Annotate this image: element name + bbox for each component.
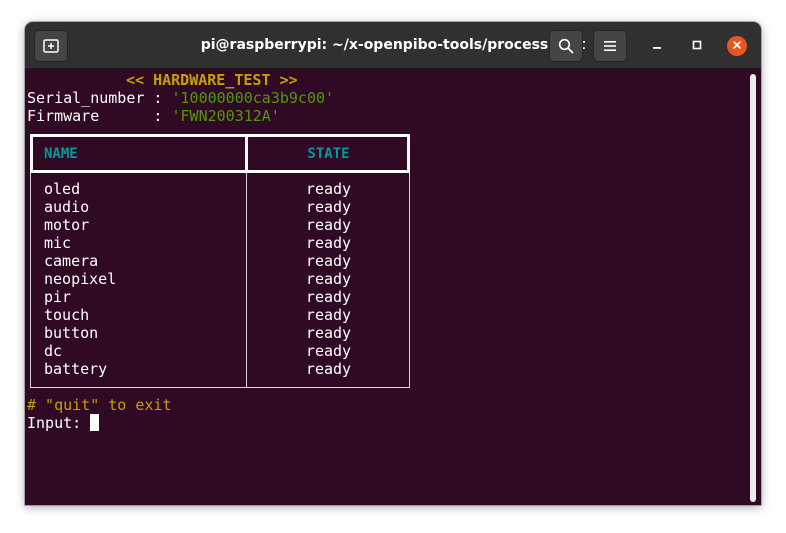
table-row-state: ready [305,306,352,324]
close-button[interactable] [727,36,747,56]
table-row-name: battery [44,360,108,378]
table-row-name: oled [44,180,81,198]
quit-hint: # "quit" to exit [27,396,172,414]
menu-button[interactable] [593,30,627,62]
table-row-name: button [44,324,99,342]
table-row-state: ready [305,270,352,288]
table-row-state: ready [305,234,352,252]
minimize-icon [652,37,662,55]
terminal-output[interactable]: << HARDWARE_TEST >> Serial_number : '100… [25,70,761,505]
input-line[interactable]: Input: [27,414,100,432]
serial-label: Serial_number : [27,89,172,107]
firmware-label: Firmware : [27,107,172,125]
maximize-button[interactable] [687,36,707,56]
table-row-state: ready [305,180,352,198]
serial-line: Serial_number : '10000000ca3b9c00' [27,89,334,107]
serial-value: '10000000ca3b9c00' [171,89,335,107]
table-row-name: motor [44,216,90,234]
table-row-state: ready [305,198,352,216]
column-header-state: STATE [307,146,350,162]
new-tab-button[interactable] [34,30,68,62]
search-icon [558,38,574,54]
close-icon [732,37,742,55]
table-row-name: touch [44,306,90,324]
table-row-state: ready [305,252,352,270]
table-row-name: pir [44,288,72,306]
table-row-name: audio [44,198,90,216]
firmware-line: Firmware : 'FWN200312A' [27,107,280,125]
table-row-name: neopixel [44,270,117,288]
table-row-state: ready [305,288,352,306]
table-row-name: mic [44,234,72,252]
input-prompt: Input: [27,414,91,432]
scrollbar[interactable] [750,74,756,502]
maximize-icon [692,37,702,55]
text-cursor[interactable] [90,414,100,431]
firmware-value: 'FWN200312A' [171,107,280,125]
column-header-name: NAME [44,146,78,162]
test-header: << HARDWARE_TEST >> [126,71,298,89]
table-row-state: ready [305,342,352,360]
table-row-name: dc [44,342,63,360]
title-bar[interactable]: pi@raspberrypi: ~/x-openpibo-tools/proce… [25,22,761,69]
table-row-state: ready [305,216,352,234]
table-row-name: camera [44,252,99,270]
table-row-state: ready [305,360,352,378]
terminal-window: pi@raspberrypi: ~/x-openpibo-tools/proce… [25,22,761,505]
table-row-state: ready [305,324,352,342]
hamburger-menu-icon [603,40,617,52]
search-button[interactable] [549,30,583,62]
minimize-button[interactable] [647,36,667,56]
new-tab-icon [43,39,59,53]
